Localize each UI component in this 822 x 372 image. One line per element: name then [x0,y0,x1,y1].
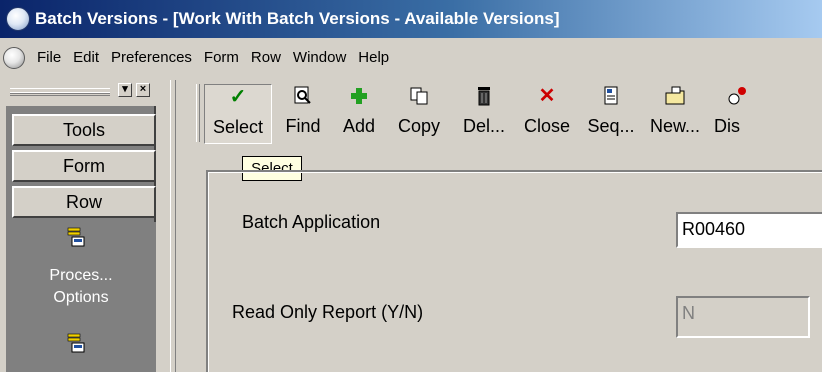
sequence-icon [604,86,618,105]
close-button[interactable]: ✕ Close [518,84,576,144]
menu-edit[interactable]: Edit [67,46,105,70]
tab-form[interactable]: Form [12,150,156,182]
menu-file[interactable]: File [31,46,67,70]
new-button-label: New... [649,116,701,136]
batch-application-label: Batch Application [242,212,381,232]
find-icon [294,86,311,104]
menu-help[interactable]: Help [352,46,395,70]
tab-row[interactable]: Row [12,186,156,218]
sequence-button-label: Seq... [587,116,635,136]
copy-button-label: Copy [397,116,441,136]
menu-bar: File Edit Preferences Form Row Window He… [0,42,822,74]
panel-options-icon[interactable]: ▾ [118,83,132,97]
toolbar-grip[interactable] [196,84,200,142]
menu-form[interactable]: Form [198,46,245,70]
menu-window[interactable]: Window [287,46,352,70]
delete-button[interactable]: Del... [458,84,510,144]
read-only-report-field: N [676,296,810,338]
processing-options-label-1[interactable]: Proces... [6,266,156,286]
copy-icon [410,87,428,105]
new-folder-icon [665,86,685,105]
display-button-label: Dis [714,116,740,136]
window-title: Batch Versions - [Work With Batch Versio… [35,9,560,28]
panel-grip-lower [10,92,110,96]
panel-close-icon[interactable]: × [136,83,150,97]
title-bar: Batch Versions - [Work With Batch Versio… [0,0,822,38]
panel-items: Proces... Options [6,222,156,372]
processing-options-label-2[interactable]: Options [6,288,156,308]
window-menu-icon[interactable] [3,47,25,69]
select-button-label: Select [212,117,264,137]
find-button[interactable]: Find [280,84,326,144]
copy-button[interactable]: Copy [392,84,446,144]
find-button-label: Find [285,116,321,136]
app-icon [6,7,30,31]
close-button-label: Close [523,116,571,136]
read-only-report-label: Read Only Report (Y/N) [232,302,424,322]
exit-bar-panel: ▾ × Tools Form Row Proces... Options [6,80,156,372]
panel-header: ▾ × [6,80,156,106]
display-button[interactable]: Dis [714,84,774,144]
batch-application-field[interactable]: R00460 [676,212,822,248]
add-button[interactable]: Add [336,84,382,144]
close-icon: ✕ [538,85,556,107]
menu-row[interactable]: Row [245,46,287,70]
add-button-label: Add [342,116,376,136]
toolbar: ✓ Select Find Add Copy Del... ✕ Close Se… [196,80,822,152]
form-content: Batch Application R00460 Read Only Repor… [206,170,822,372]
delete-button-label: Del... [462,116,505,136]
check-icon: ✓ [229,86,247,108]
add-icon [351,88,367,104]
tab-tools[interactable]: Tools [12,114,156,146]
processing-options-icon[interactable] [66,332,88,354]
panel-splitter[interactable] [170,80,176,372]
delete-icon [478,87,490,106]
menu-preferences[interactable]: Preferences [105,46,198,70]
new-button[interactable]: New... [646,84,704,144]
select-button[interactable]: ✓ Select [204,84,272,144]
sequence-button[interactable]: Seq... [586,84,636,144]
processing-options-icon[interactable] [66,226,88,248]
display-icon [728,87,746,105]
